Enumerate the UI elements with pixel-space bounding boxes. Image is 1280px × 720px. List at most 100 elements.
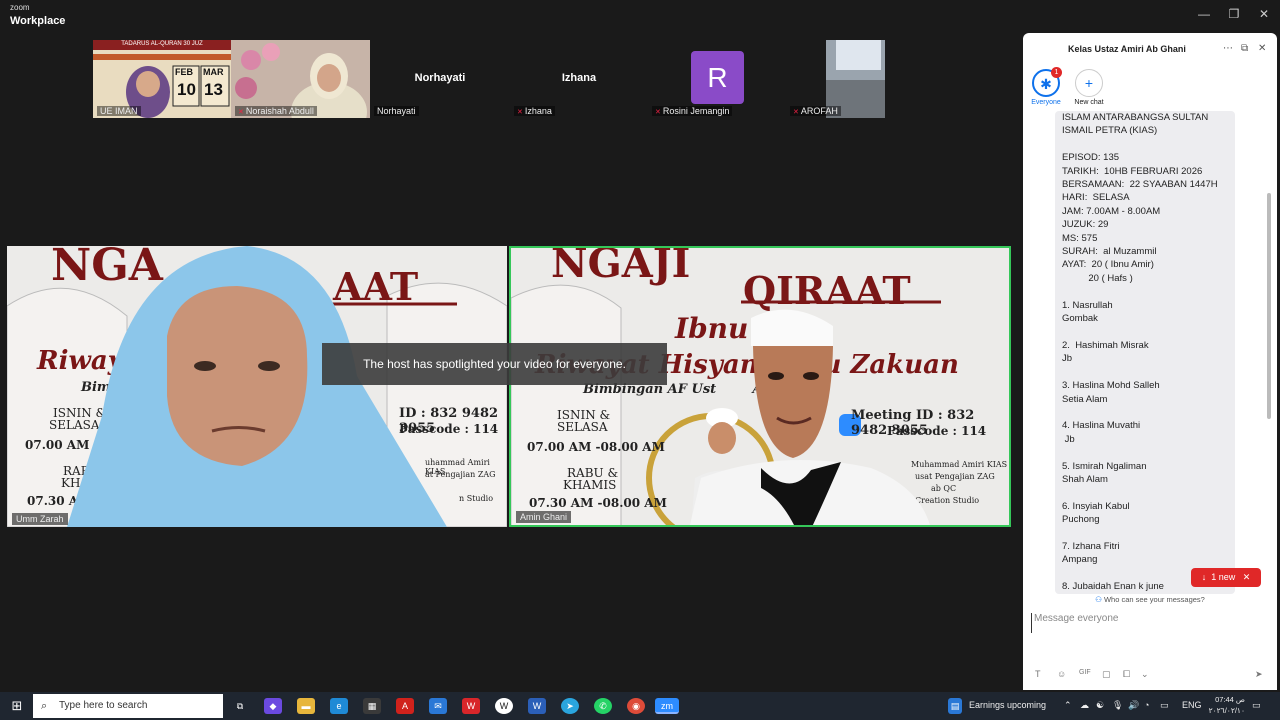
chat-message-line: Setia Alam — [1062, 393, 1108, 405]
poster-day-2: 13 — [204, 80, 223, 99]
chat-message-line: JAM: 7.00AM - 8.00AM — [1062, 205, 1161, 217]
chat-message-line — [1062, 446, 1228, 459]
video-tile-amin-ghani[interactable]: NGAJI QIRAAT Ibnu Riwayat Hisyam bnu Zak… — [509, 246, 1011, 527]
chat-message-line: EPISOD: 135 — [1062, 152, 1120, 164]
chat-message-line: ISLAM ANTARABANGSA SULTAN — [1062, 112, 1209, 123]
channel-new-chat[interactable]: + New chat — [1068, 69, 1110, 106]
mail-icon[interactable]: ✉ — [429, 698, 447, 714]
notification-icon[interactable]: ▭ — [1252, 700, 1261, 711]
file-icon[interactable]: ▢ — [1102, 669, 1111, 680]
edge-icon[interactable]: e — [330, 698, 348, 714]
network-icon[interactable]: ☁ — [1080, 700, 1089, 711]
telegram-icon[interactable]: ➤ — [561, 698, 579, 714]
chat-message-line: 4. Haslina Muvathi — [1062, 420, 1141, 432]
channel-everyone[interactable]: ✱ 1 Everyone — [1025, 67, 1067, 106]
wifi-icon[interactable]: ◔ — [1144, 700, 1149, 710]
chat-message-line: 2. Hashimah Misrak — [1062, 339, 1149, 351]
chat-scrollbar[interactable] — [1267, 193, 1271, 419]
file-explorer-icon[interactable]: ▬ — [297, 698, 315, 714]
zoom-logo: zoom Workplace — [10, 4, 65, 28]
gallery-tile-rosini[interactable]: R Rosini Jemangin — [648, 40, 786, 118]
taskbar-search[interactable]: ⌕ Type here to search — [33, 694, 223, 718]
participant-name: UE IMAN — [97, 106, 141, 116]
everyone-icon: ✱ 1 — [1032, 67, 1062, 97]
chat-message-line: Gombak — [1062, 313, 1098, 325]
screenshot-icon[interactable]: ⧠ — [1123, 669, 1130, 680]
chat-message-line — [1062, 285, 1228, 298]
wps-icon[interactable]: W — [462, 698, 480, 714]
brand-top: zoom — [10, 3, 30, 12]
battery-icon[interactable]: ▭ — [1160, 700, 1169, 711]
chevron-up-icon[interactable]: ⌃ — [1064, 700, 1072, 711]
chat-title: Kelas Ustaz Amiri Ab Ghani — [1068, 44, 1186, 54]
participant-name: Norhayati — [374, 106, 419, 116]
gallery-tile-ue-iman[interactable]: TADARUS AL-QURAN 30 JUZ FEB MAR 10 13 UE… — [93, 40, 231, 118]
who-can-see-link[interactable]: ⚇ Who can see your messages? — [1023, 595, 1277, 604]
word-icon[interactable]: W — [528, 698, 546, 714]
chat-message-line: 1. Nasrullah — [1062, 299, 1113, 311]
video-tile-umm-zarah[interactable]: NGA AAT Riwayat Bimb ISNIN & SELASA 07.0… — [7, 246, 507, 527]
chat-panel: Kelas Ustaz Amiri Ab Ghani ⋯ ⧉ ✕ ✱ 1 Ever… — [1023, 33, 1277, 690]
close-icon[interactable]: ✕ — [1256, 6, 1272, 22]
poster-heading: TADARUS AL-QURAN 30 JUZ — [121, 41, 203, 47]
chat-message-line — [1062, 366, 1228, 379]
chat-message-line — [1062, 406, 1228, 419]
chat-message-line — [1062, 326, 1228, 339]
gallery-tile-norhayati[interactable]: Norhayati Norhayati — [370, 40, 510, 118]
whatsapp-icon[interactable]: ✆ — [594, 698, 612, 714]
windows-start-icon[interactable]: ⊞ — [8, 698, 26, 714]
participant-video — [67, 246, 447, 527]
language-indicator[interactable]: ENG — [1182, 700, 1202, 710]
format-icon[interactable]: T — [1035, 669, 1041, 679]
copilot-icon[interactable]: ◆ — [264, 698, 282, 714]
who-can-see-label: Who can see your messages? — [1103, 595, 1205, 604]
chat-message-line: BERSAMAAN: 22 SYAABAN 1447H — [1062, 179, 1218, 191]
chat-input[interactable]: Message everyone — [1031, 613, 1269, 633]
task-view-icon[interactable]: ⧉ — [231, 698, 249, 714]
emoji-icon[interactable]: ☺ — [1057, 669, 1066, 679]
poster-day-1: 10 — [177, 80, 196, 99]
participant-video — [689, 309, 930, 525]
chat-message-line: MS: 575 — [1062, 232, 1098, 244]
wikipedia-icon[interactable]: W — [495, 698, 513, 714]
gallery-tile-arofah[interactable]: AROFAH — [786, 40, 926, 118]
bluetooth-icon[interactable]: ☯ — [1096, 700, 1104, 711]
close-chat-icon[interactable]: ✕ — [1258, 43, 1266, 54]
restore-icon[interactable]: ❐ — [1226, 6, 1242, 22]
news-icon[interactable]: ▤ — [948, 698, 962, 714]
gif-icon[interactable]: GIF — [1079, 669, 1091, 676]
chat-message-line: 5. Ismirah Ngaliman — [1062, 460, 1147, 472]
channel-label: Everyone — [1031, 99, 1061, 106]
acrobat-icon[interactable]: A — [396, 698, 414, 714]
gallery-tile-noraishah[interactable]: Noraishah Abdull — [231, 40, 370, 118]
channel-label: New chat — [1074, 99, 1104, 106]
send-icon[interactable]: ➤ — [1255, 669, 1263, 680]
clock-date[interactable]: ٢٠٢٦/٠٢/١٠ — [1205, 706, 1245, 715]
participant-name: Rosini Jemangin — [652, 106, 733, 116]
chat-message-line: SURAH: al Muzammil — [1062, 246, 1157, 258]
brand-bottom: Workplace — [10, 15, 66, 27]
new-messages-button[interactable]: ↓ 1 new ✕ — [1191, 568, 1261, 587]
gallery-tile-izhana[interactable]: Izhana Izhana — [510, 40, 648, 118]
participant-display-name: Izhana — [561, 72, 597, 84]
pop-out-icon[interactable]: ⧉ — [1241, 43, 1248, 54]
weather-widget[interactable]: Earnings upcoming — [969, 700, 1046, 710]
more-icon[interactable]: ⋯ — [1223, 43, 1233, 54]
chat-message-line: JUZUK: 29 — [1062, 219, 1109, 231]
avatar: R — [691, 51, 744, 104]
chat-message-line: ISMAIL PETRA (KIAS) — [1062, 125, 1158, 137]
volume-icon[interactable]: 🔊 — [1128, 700, 1139, 711]
chrome-icon[interactable]: ◉ — [627, 698, 645, 714]
chat-message-line: 20 ( Hafs ) — [1062, 272, 1133, 284]
microphone-icon[interactable]: 🎙 — [1112, 700, 1123, 711]
poster-month-2: MAR — [203, 67, 224, 77]
clock-time[interactable]: 07:44 ص — [1205, 695, 1245, 704]
store-icon[interactable]: ▦ — [363, 698, 381, 714]
people-icon: ⚇ — [1095, 595, 1104, 604]
chat-message: ISLAM ANTARABANGSA SULTAN ISMAIL PETRA (K… — [1055, 111, 1235, 594]
zoom-taskbar-icon[interactable]: zm — [655, 698, 679, 714]
chevron-down-icon[interactable]: ⌄ — [1141, 669, 1149, 680]
unread-badge: 1 — [1051, 67, 1062, 78]
chat-message-line: 6. Insyiah Kabul — [1062, 500, 1130, 512]
minimize-icon[interactable]: — — [1196, 6, 1212, 22]
